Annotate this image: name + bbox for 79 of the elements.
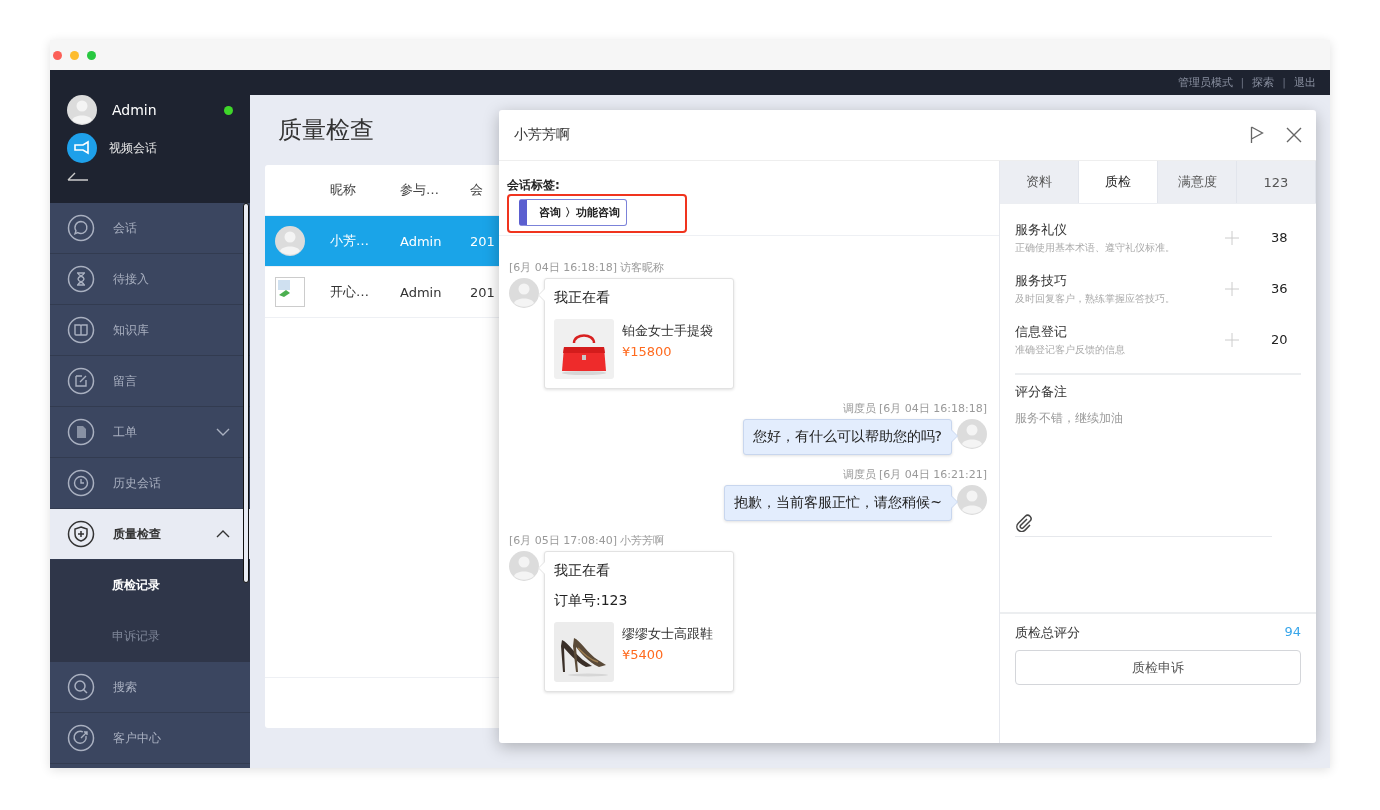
message-text: 我正在看 — [554, 289, 611, 307]
table-cell: 201 — [470, 284, 495, 300]
edit-icon — [67, 367, 95, 395]
table-cell: Admin — [400, 233, 442, 249]
bubble-pointer — [951, 495, 958, 509]
panel-tab[interactable]: 123 — [1237, 161, 1316, 203]
document-icon — [67, 418, 95, 446]
total-score-label: 质检总评分 — [1015, 624, 1080, 642]
submenu-item[interactable]: 申诉记录 — [50, 611, 250, 662]
avatar-icon — [957, 419, 987, 449]
column-header: 参与… — [400, 181, 439, 199]
clock-icon — [67, 469, 95, 497]
criterion-title: 服务技巧 — [1015, 271, 1068, 290]
criterion-score: 20 — [1271, 332, 1289, 347]
appeal-button[interactable]: 质检申诉 — [1015, 650, 1301, 685]
top-link[interactable]: 探索 — [1252, 75, 1275, 90]
criterion-score: 36 — [1271, 281, 1289, 296]
message-meta: [6月 05日 17:08:40] 小芳芳啊 — [509, 533, 666, 548]
avatar-icon — [275, 226, 305, 256]
column-header: 会 — [470, 181, 483, 199]
product-name: 铂金女士手提袋 — [622, 322, 713, 340]
panel-tab[interactable]: 资料 — [1000, 161, 1079, 203]
shield-icon — [67, 520, 95, 548]
table-cell: 开心… — [330, 283, 369, 301]
megaphone-icon[interactable] — [67, 133, 97, 163]
submenu-item[interactable]: 质检记录 — [50, 560, 250, 611]
total-score: 94 — [1284, 624, 1301, 641]
user-name: Admin — [112, 102, 158, 118]
separator: | — [1282, 76, 1286, 89]
message-meta: 调度员 [6月 04日 16:21:21] — [841, 467, 987, 482]
avatar-icon — [957, 485, 987, 515]
avatar-icon — [67, 95, 97, 125]
page-title: 质量检查 — [278, 115, 374, 146]
top-link[interactable]: 管理员模式 — [1177, 75, 1233, 90]
product-price: ¥15800 — [622, 344, 673, 359]
message-text: 我正在看 — [554, 562, 611, 580]
table-cell: 201 — [470, 233, 495, 249]
book-icon — [67, 316, 95, 344]
order-number: 订单号:123 — [554, 592, 629, 610]
criterion-description: 准确登记客户反馈的信息 — [1015, 342, 1126, 357]
dialog-title: 小芳芳啊 — [514, 126, 571, 144]
criterion-description: 及时回复客户，熟练掌握应答技巧。 — [1015, 291, 1176, 306]
criterion-description: 正确使用基本术语、遵守礼仪标准。 — [1015, 240, 1176, 255]
criterion-title: 信息登记 — [1015, 322, 1068, 341]
menu-item[interactable]: 搜索 — [50, 662, 250, 713]
panel-tab[interactable]: 满意度 — [1158, 161, 1237, 203]
criterion-score: 38 — [1271, 230, 1289, 245]
criterion-title: 服务礼仪 — [1015, 220, 1068, 239]
remark-label: 评分备注 — [1015, 383, 1068, 401]
collapse-icon[interactable] — [67, 171, 89, 181]
scrollbar[interactable] — [243, 203, 249, 583]
video-call-label[interactable]: 视频会话 — [109, 139, 157, 157]
flag-icon[interactable] — [1250, 126, 1264, 144]
product-price: ¥5400 — [622, 647, 665, 662]
message-bubble: 抱歉，当前客服正忙，请您稍候~ — [724, 485, 952, 521]
avatar-icon — [509, 278, 539, 308]
column-header: 昵称 — [330, 181, 356, 199]
message-meta: [6月 04日 16:18:18] 访客昵称 — [509, 260, 666, 275]
tag-chip: 咨询 〉功能咨询 — [519, 199, 627, 226]
product-name: 缪缪女士高跟鞋 — [622, 625, 713, 643]
search-icon — [67, 673, 95, 701]
separator: | — [1240, 76, 1245, 89]
table-cell: Admin — [400, 284, 442, 300]
table-cell: 小芳… — [330, 232, 369, 250]
paperclip-icon[interactable] — [1015, 514, 1033, 532]
top-link[interactable]: 退出 — [1294, 75, 1316, 90]
menu-item[interactable]: 客户中心 — [50, 713, 250, 764]
hourglass-icon — [67, 265, 95, 293]
close-window-button[interactable] — [53, 50, 62, 60]
broken-image-icon — [275, 277, 305, 307]
bubble-pointer — [951, 429, 958, 443]
remark-text[interactable]: 服务不错，继续加油 — [1015, 410, 1301, 510]
close-icon[interactable] — [1286, 127, 1302, 143]
chat-bubble-icon — [67, 214, 95, 242]
message-bubble: 您好，有什么可以帮助您的吗? — [742, 419, 952, 455]
tags-label: 会话标签: — [507, 177, 561, 194]
message-meta: 调度员 [6月 04日 16:18:18] — [841, 401, 987, 416]
menu-item[interactable]: 质量检查 — [50, 509, 250, 560]
avatar-icon — [509, 551, 539, 581]
